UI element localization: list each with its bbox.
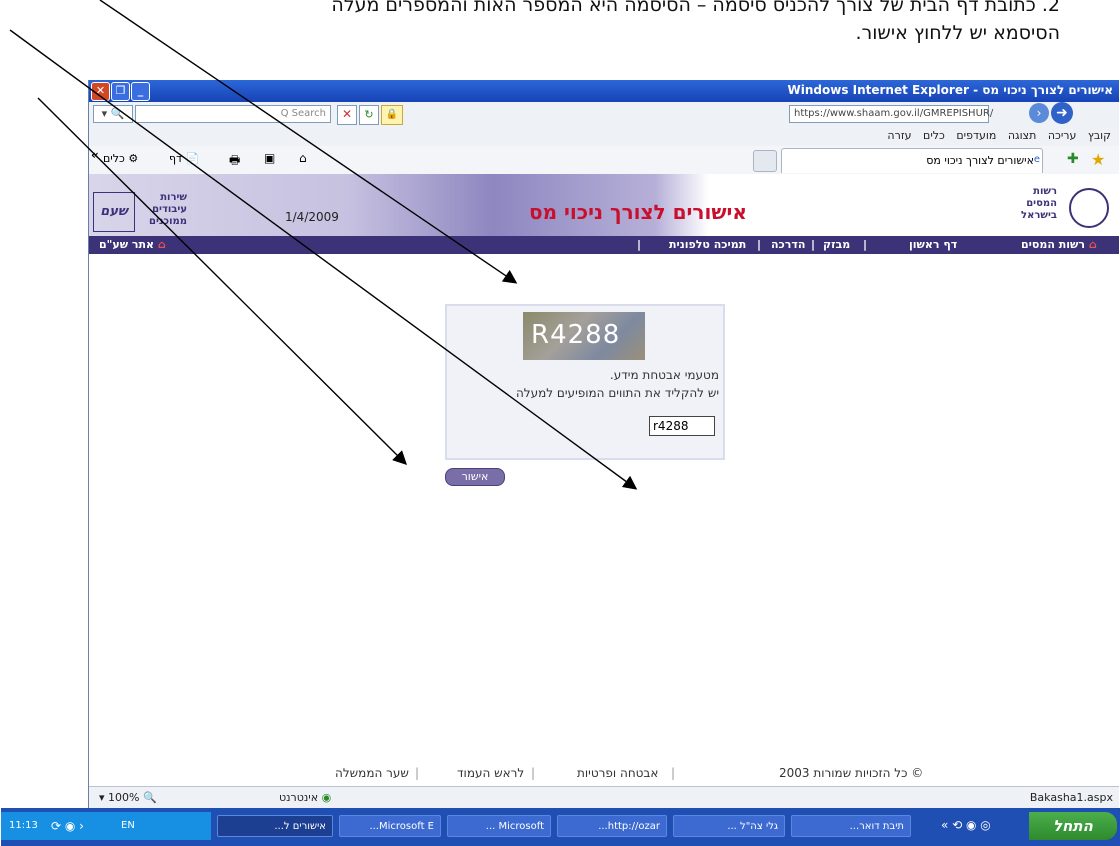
arrow-to-submit-button (37, 97, 407, 465)
annotation-arrows (9, 0, 638, 490)
arrow-to-captcha-input (9, 29, 638, 490)
